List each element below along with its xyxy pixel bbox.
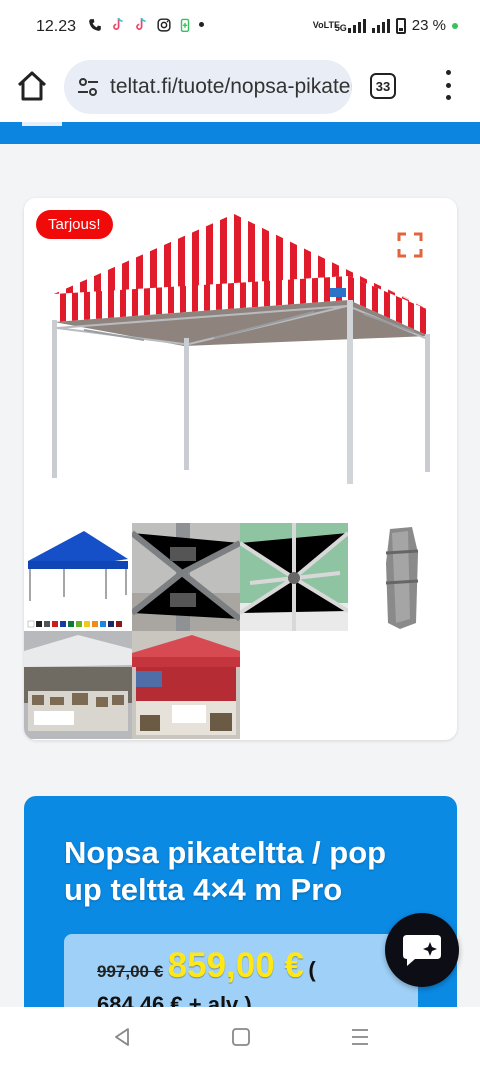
url-text: teltat.fi/tuote/nopsa-pikateltta (110, 75, 352, 98)
sale-price: 859,00 € (167, 946, 304, 985)
tiktok-icon (113, 17, 123, 30)
main-product-image[interactable] (24, 198, 457, 518)
price-box: 997,00 € 859,00 € ( 684,46 € + alv ) (64, 934, 418, 1007)
instagram-icon (157, 17, 171, 32)
product-info-card: Nopsa pikateltta / pop up teltta 4×4 m P… (24, 796, 457, 1007)
home-icon[interactable] (14, 68, 50, 104)
thumbnail-red-market-tent[interactable] (132, 631, 240, 739)
product-gallery: Tarjous! (24, 198, 457, 740)
thumbnail-blue-tent[interactable] (24, 523, 132, 631)
privacy-dot-icon (452, 22, 458, 29)
chat-sparkle-icon (403, 935, 441, 966)
chat-button[interactable] (385, 913, 459, 987)
vat-open-paren: ( (308, 957, 316, 982)
sale-badge: Tarjous! (36, 210, 113, 239)
system-navigation-bar (0, 1007, 480, 1067)
dot-icon (199, 22, 204, 27)
battery-percent: 23 % (411, 17, 446, 34)
status-time: 12.23 (36, 18, 77, 35)
back-icon[interactable] (110, 1025, 134, 1049)
site-settings-icon[interactable] (76, 75, 100, 99)
address-bar[interactable]: teltat.fi/tuote/nopsa-pikateltta (64, 60, 352, 114)
price-excluding-vat: 684,46 € + alv ) (97, 992, 252, 1007)
tab-switcher-button[interactable]: 33 (370, 73, 396, 99)
thumbnail-carry-bag[interactable] (348, 523, 456, 631)
signal-icon (371, 18, 390, 33)
status-bar: 12.23 VoLTE 5G 23 % (0, 0, 480, 56)
site-header (0, 122, 480, 144)
thumbnail-market-stall[interactable] (24, 631, 132, 739)
old-price: 997,00 € (97, 962, 164, 981)
browser-toolbar: teltat.fi/tuote/nopsa-pikateltta 33 (0, 56, 480, 118)
phone-icon (89, 18, 101, 31)
browser-menu-icon[interactable] (438, 70, 458, 100)
recents-icon[interactable] (348, 1025, 372, 1049)
battery-icon (395, 17, 406, 34)
volte-icon: VoLTE (312, 20, 340, 30)
battery-saver-icon (180, 18, 190, 32)
home-nav-icon[interactable] (229, 1025, 253, 1049)
thumbnail-green-canopy[interactable] (240, 523, 348, 631)
fullscreen-expand-icon[interactable] (397, 232, 423, 258)
header-tab-indicator (22, 122, 62, 126)
tiktok-icon (136, 17, 146, 30)
notification-icons (88, 17, 204, 32)
product-title: Nopsa pikateltta / pop up teltta 4×4 m P… (64, 835, 387, 907)
thumbnail-frame-joint[interactable] (132, 523, 240, 631)
signal-5g-icon: 5G (335, 18, 366, 33)
system-indicators: VoLTE 5G 23 % (313, 17, 458, 34)
page-content: Tarjous! Nopsa pikateltta / pop up teltt… (0, 144, 480, 1007)
